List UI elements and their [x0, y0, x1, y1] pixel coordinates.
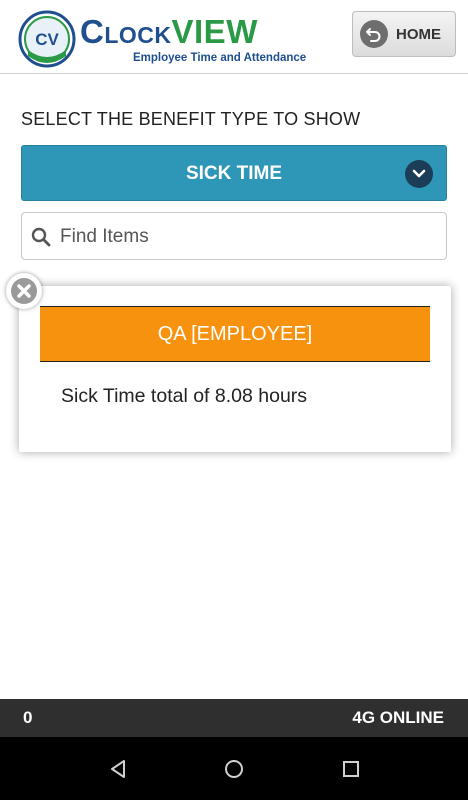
chevron-down-icon: [405, 160, 433, 188]
logo-badge-text: CV: [35, 30, 59, 49]
search-icon: [31, 227, 51, 247]
recents-square-icon[interactable]: [339, 757, 363, 781]
connection-status: 4G ONLINE: [352, 708, 444, 727]
status-bar: 0 4G ONLINE: [0, 699, 468, 737]
employee-header[interactable]: QA [EMPLOYEE]: [40, 306, 430, 362]
app-header: CV ClockVIEW Employee Time and Attendanc…: [0, 0, 468, 74]
close-card-button[interactable]: [6, 273, 42, 309]
back-triangle-icon[interactable]: [106, 757, 130, 781]
home-circle-icon[interactable]: [222, 757, 246, 781]
clockview-logo: CV ClockVIEW Employee Time and Attendanc…: [18, 8, 318, 68]
result-card: QA [EMPLOYEE] Sick Time total of 8.08 ho…: [19, 286, 451, 452]
page-title: SELECT THE BENEFIT TYPE TO SHOW: [21, 109, 361, 129]
search-input[interactable]: [58, 219, 442, 255]
close-icon: [11, 278, 37, 304]
logo-subtitle: Employee Time and Attendance: [133, 52, 307, 64]
home-button[interactable]: HOME: [352, 11, 456, 57]
benefit-total-text: Sick Time total of 8.08 hours: [61, 385, 308, 407]
android-nav-bar: [0, 737, 468, 800]
logo-title-view: VIEW: [171, 13, 258, 50]
benefit-type-select[interactable]: SICK TIME: [21, 145, 447, 201]
logo-title: ClockVIEW: [80, 12, 258, 52]
benefit-type-selected-value: SICK TIME: [185, 163, 283, 184]
search-box: [21, 212, 447, 260]
clockview-badge-icon: CV: [18, 10, 76, 68]
undo-arrow-icon: [360, 20, 388, 48]
logo-title-clock: Clock: [80, 13, 172, 50]
pending-count: 0: [23, 708, 33, 727]
home-button-label: HOME: [396, 25, 441, 43]
